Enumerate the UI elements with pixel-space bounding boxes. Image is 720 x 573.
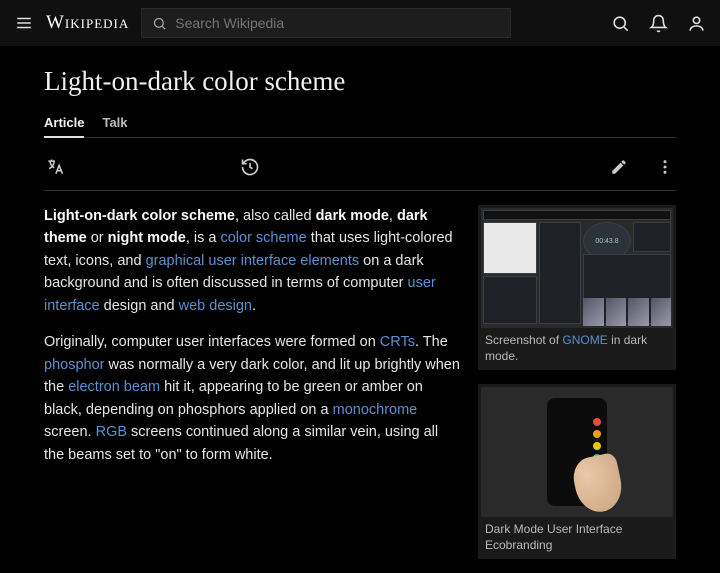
link-web-design[interactable]: web design <box>179 298 252 314</box>
header-actions <box>610 13 706 33</box>
article-text: Light-on-dark color scheme, also called … <box>44 205 462 573</box>
link-monochrome[interactable]: monochrome <box>333 402 418 418</box>
infobox-column: 00:43.8 Screenshot of GNOME in dark mode… <box>478 205 676 573</box>
link-rgb[interactable]: RGB <box>96 424 127 440</box>
more-icon[interactable] <box>654 156 676 178</box>
user-icon[interactable] <box>686 13 706 33</box>
article-toolbar <box>44 144 676 191</box>
search-input[interactable] <box>175 15 500 31</box>
edit-icon[interactable] <box>608 156 630 178</box>
bell-icon[interactable] <box>648 13 668 33</box>
term-bold: dark mode <box>316 208 389 224</box>
main-header: Wikipedia <box>0 0 720 46</box>
tab-article[interactable]: Article <box>44 109 84 138</box>
page-content: Light-on-dark color scheme Article Talk … <box>0 46 720 573</box>
figure-phone: Dark Mode User Interface Ecobranding <box>478 384 676 559</box>
page-title: Light-on-dark color scheme <box>44 66 676 97</box>
wikipedia-logo[interactable]: Wikipedia <box>46 12 129 34</box>
link-color-scheme[interactable]: color scheme <box>220 230 306 246</box>
page-tabs: Article Talk <box>44 109 676 138</box>
history-icon[interactable] <box>239 156 261 178</box>
figure-gnome: 00:43.8 Screenshot of GNOME in dark mode… <box>478 205 676 370</box>
link-gnome[interactable]: GNOME <box>562 333 607 347</box>
article-body: Light-on-dark color scheme, also called … <box>44 205 676 573</box>
tab-talk[interactable]: Talk <box>102 109 127 137</box>
link-crts[interactable]: CRTs <box>380 334 415 350</box>
language-icon[interactable] <box>44 156 66 178</box>
search-icon <box>152 16 167 31</box>
menu-icon[interactable] <box>14 13 34 33</box>
figure-gnome-image[interactable]: 00:43.8 <box>481 208 673 328</box>
paragraph-1: Light-on-dark color scheme, also called … <box>44 205 462 317</box>
term-bold: Light-on-dark color scheme <box>44 208 235 224</box>
link-gui-elements[interactable]: graphical user interface elements <box>146 253 360 269</box>
search-icon-button[interactable] <box>610 13 630 33</box>
link-electron-beam[interactable]: electron beam <box>68 379 160 395</box>
paragraph-2: Originally, computer user interfaces wer… <box>44 331 462 466</box>
link-phosphor[interactable]: phosphor <box>44 357 104 373</box>
search-box[interactable] <box>141 8 511 38</box>
figure-phone-image[interactable] <box>481 387 673 517</box>
figure-phone-caption: Dark Mode User Interface Ecobranding <box>481 517 673 556</box>
figure-gnome-caption: Screenshot of GNOME in dark mode. <box>481 328 673 367</box>
term-bold: night mode <box>108 230 186 246</box>
hand-graphic <box>570 452 627 516</box>
